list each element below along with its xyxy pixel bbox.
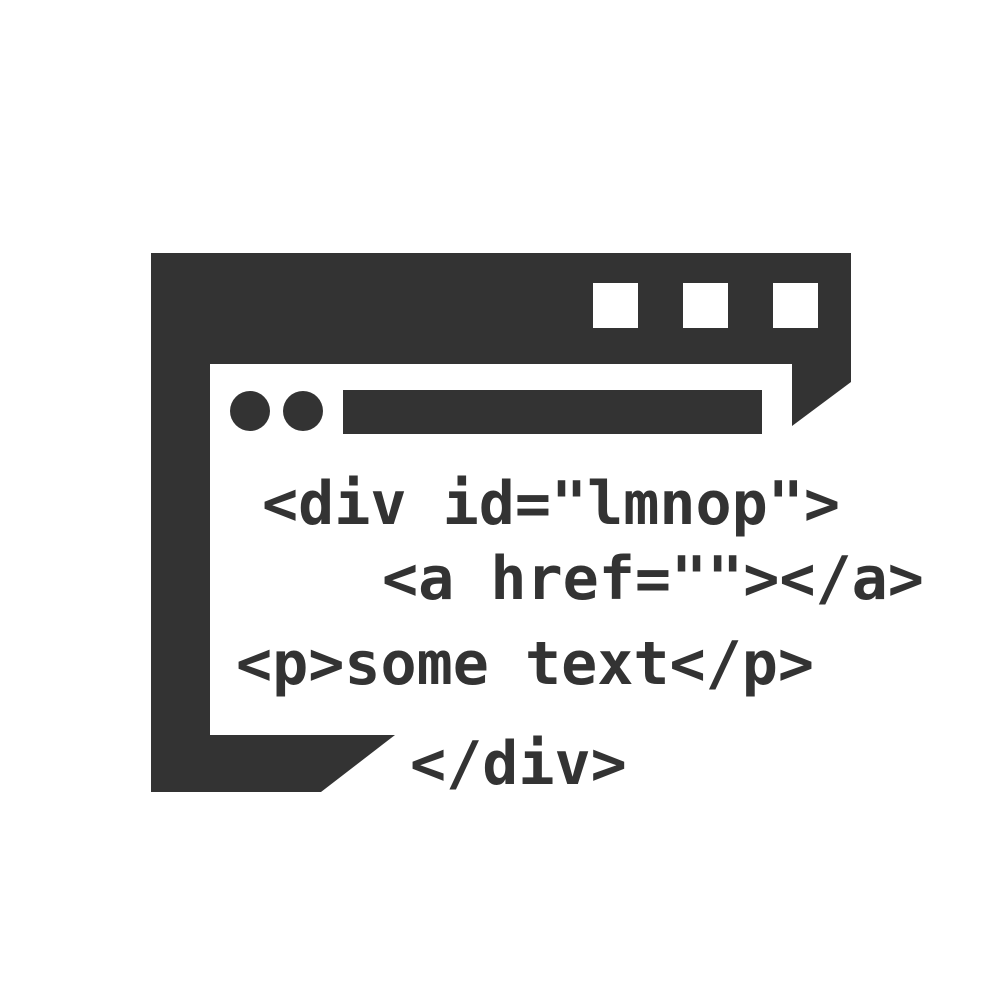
address-bar (343, 390, 762, 434)
code-line-anchor: <a href=""></a> (382, 544, 924, 614)
dot-icon-2 (283, 391, 323, 431)
dot-icon-1 (230, 391, 270, 431)
code-line-div-close: </div> (410, 729, 627, 799)
window-control-square-1 (593, 283, 638, 328)
code-line-div-open: <div id="lmnop"> (262, 469, 840, 539)
code-line-paragraph: <p>some text</p> (236, 629, 814, 699)
browser-code-icon-canvas: <div id="lmnop"> <a href=""></a> <p>some… (0, 0, 1000, 1000)
window-control-square-3 (773, 283, 818, 328)
window-control-square-2 (683, 283, 728, 328)
